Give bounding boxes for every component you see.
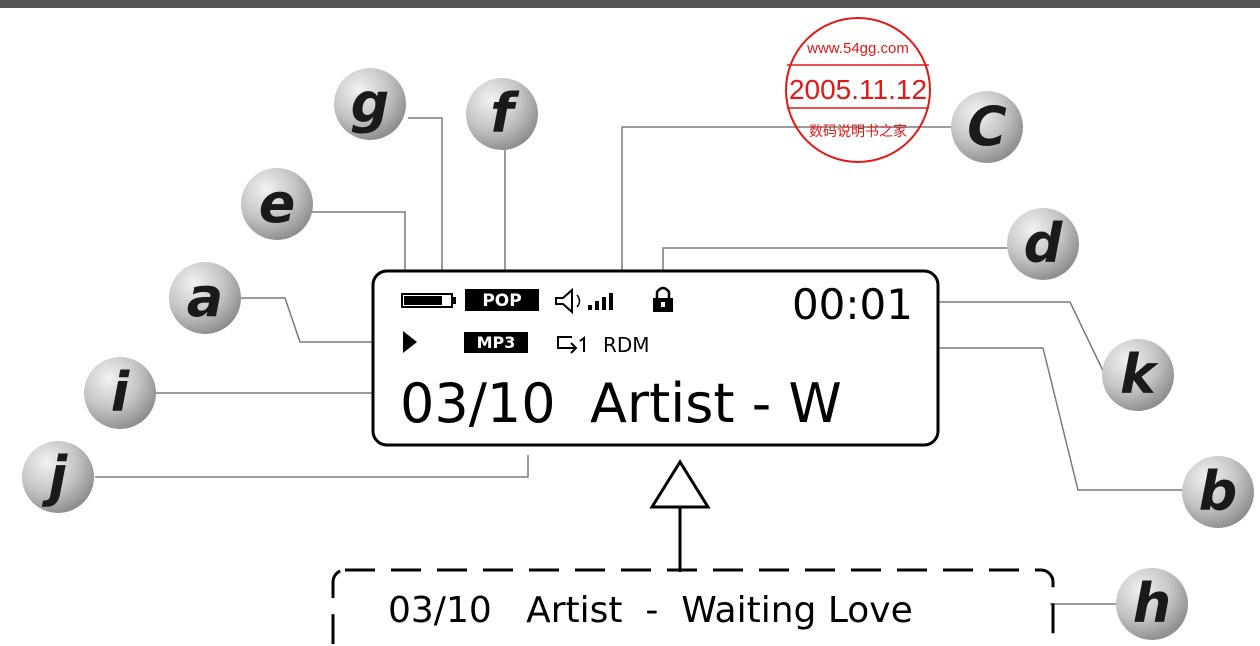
main-line-viewport: 03/10 Artist - W — [400, 372, 842, 435]
callout-f: f — [466, 78, 538, 150]
format-badge: MP3 — [477, 333, 516, 352]
callout-h-label: h — [1133, 572, 1171, 635]
lcd-diagram: POP 00:01 MP3 RDM 03/10 Artist - W 03/10… — [22, 17, 1254, 646]
stamp-caption: 数码说明书之家 — [809, 123, 907, 139]
callout-k: k — [1102, 339, 1174, 411]
callout-g-label: g — [351, 72, 390, 135]
callout-j: j — [22, 441, 94, 513]
main-display-line: 03/10 Artist - W — [400, 372, 842, 435]
callout-i-label: i — [111, 361, 131, 424]
watermark-stamp: www.54gg.com 2005.11.12 数码说明书之家 — [785, 17, 931, 163]
callout-a-label: a — [187, 266, 223, 329]
time-readout: 00:01 — [792, 280, 913, 329]
callout-e: e — [241, 168, 313, 240]
genre-badge: POP — [482, 291, 521, 311]
callout-k-label: k — [1120, 343, 1159, 406]
repeat-mode-label: RDM — [603, 333, 650, 357]
callout-a: a — [169, 262, 241, 334]
callout-c: C — [951, 91, 1023, 163]
up-arrow-icon — [649, 459, 711, 572]
callout-e-label: e — [259, 172, 296, 235]
callout-c-label: C — [967, 95, 1007, 158]
callout-h: h — [1116, 568, 1188, 640]
scroll-line-text: 03/10 Artist - Waiting Love — [388, 590, 913, 631]
stamp-url: www.54gg.com — [806, 40, 909, 57]
callout-b: b — [1182, 456, 1254, 528]
callout-i: i — [84, 357, 156, 429]
callout-d-label: d — [1024, 212, 1064, 275]
callout-g: g — [334, 68, 406, 140]
callout-b-label: b — [1199, 460, 1238, 523]
callout-d: d — [1007, 208, 1079, 280]
stamp-date: 2005.11.12 — [789, 74, 927, 105]
